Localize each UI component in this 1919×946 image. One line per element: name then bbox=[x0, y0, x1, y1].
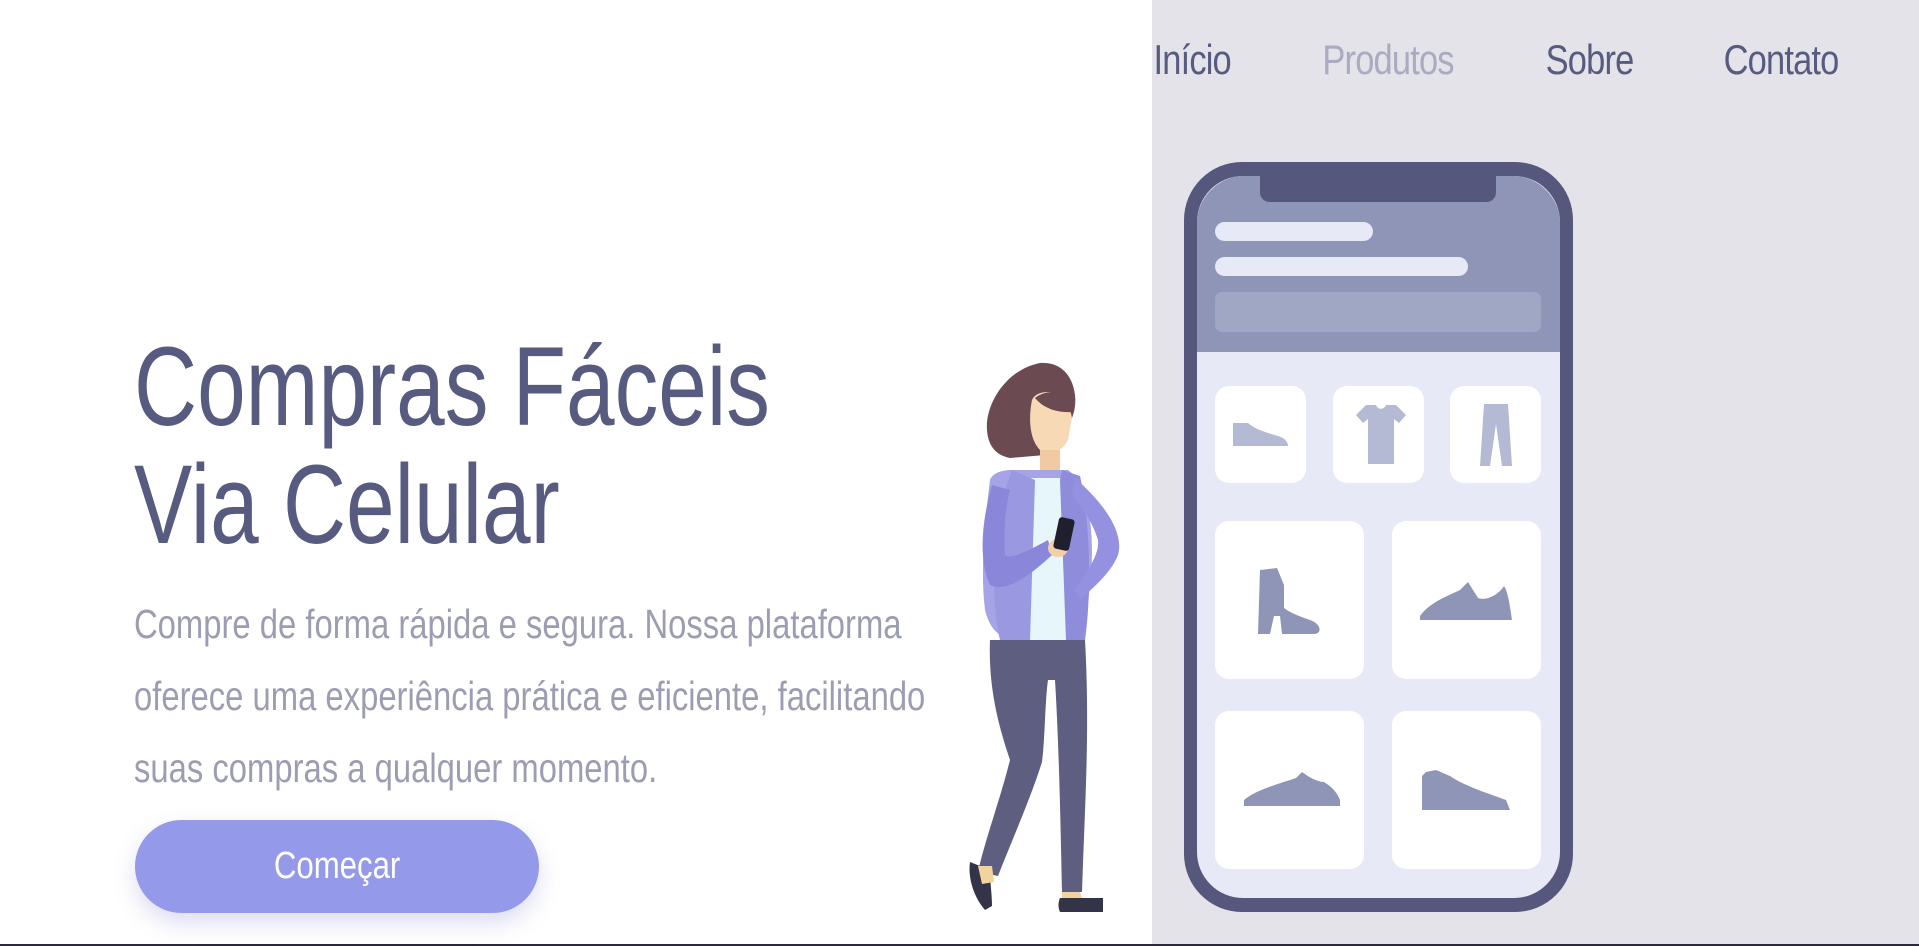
smartphone-mockup bbox=[1184, 162, 1573, 912]
woman-figure-icon bbox=[969, 362, 1120, 912]
shopping-illustration bbox=[969, 162, 1573, 912]
